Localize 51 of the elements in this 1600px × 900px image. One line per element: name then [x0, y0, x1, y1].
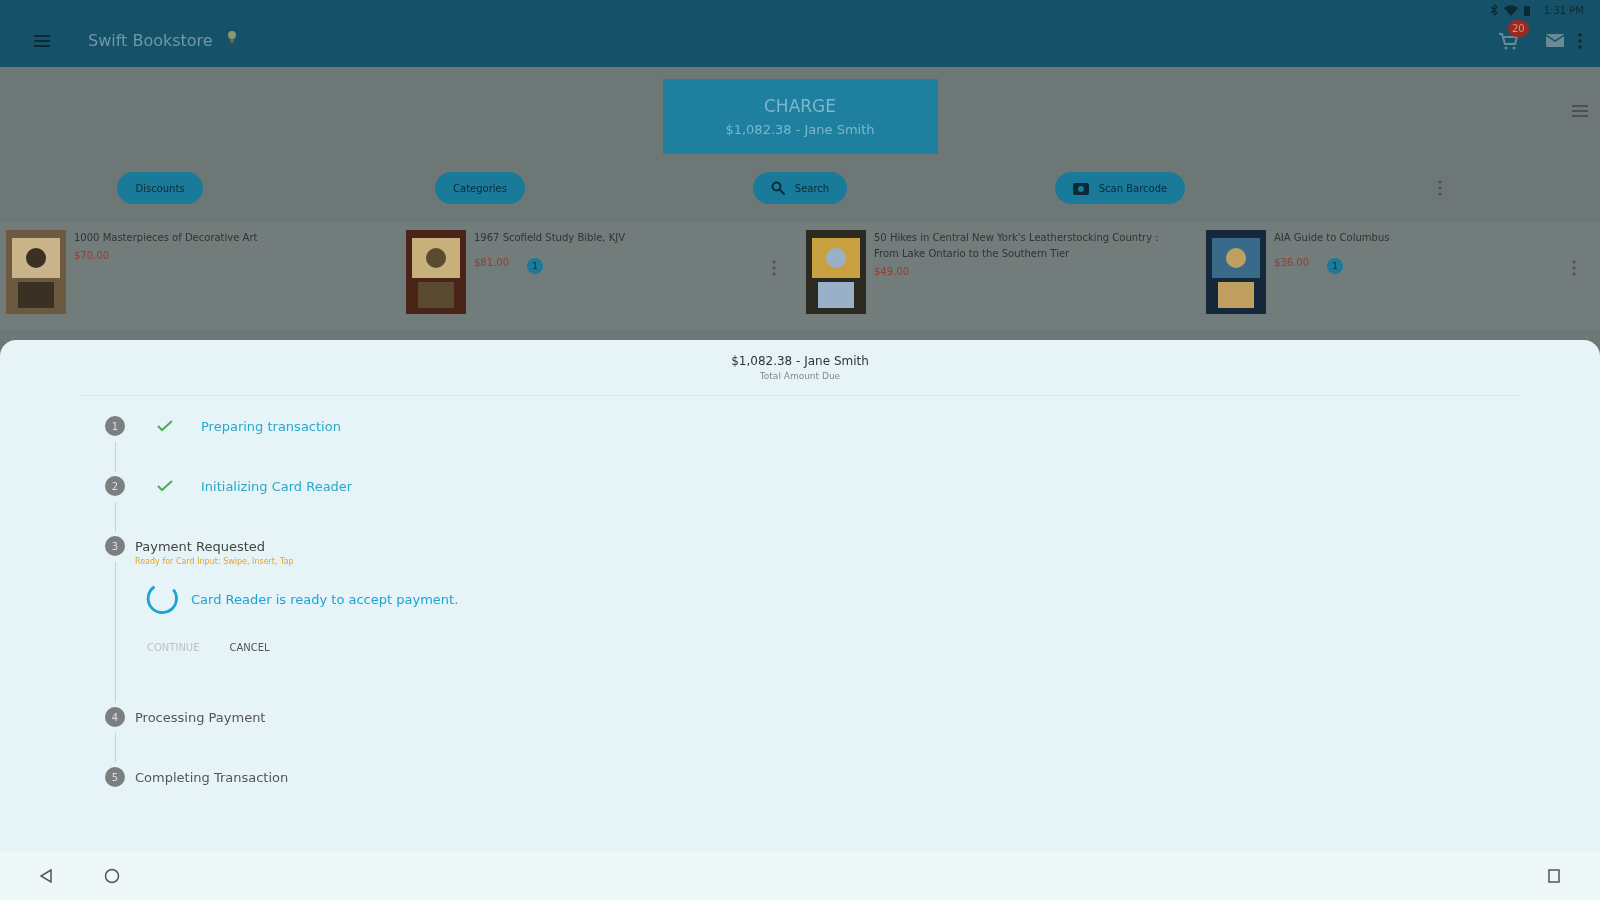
check-icon	[157, 480, 173, 492]
step-number: 2	[105, 476, 125, 496]
book-price: $36.00	[1274, 256, 1309, 268]
back-icon[interactable]	[40, 869, 52, 883]
step-label: Processing Payment	[135, 710, 266, 725]
book-title: AIA Guide to Columbus	[1274, 231, 1391, 245]
wifi-icon	[1503, 4, 1518, 16]
more-icon[interactable]	[1438, 180, 1442, 196]
step-label: Completing Transaction	[135, 770, 289, 785]
book-title: 1000 Masterpieces of Decorative Art	[74, 231, 259, 245]
book-price: $81.00	[474, 256, 509, 268]
book-title: 50 Hikes in Central New York's Leatherstocking Country : From Lake Ontario to the Southern Tier	[874, 231, 1159, 261]
total-caption: Total Amount Due	[759, 371, 841, 381]
cart-icon[interactable]	[1498, 31, 1518, 50]
lightbulb-icon[interactable]	[226, 30, 237, 44]
home-icon[interactable]	[104, 868, 120, 884]
more-icon[interactable]	[1572, 260, 1576, 276]
step-label: Payment Requested	[135, 539, 266, 554]
book-price: $70.00	[74, 250, 109, 261]
total-amount: $1,082.38 - Jane Smith	[731, 354, 869, 368]
search-icon	[770, 181, 785, 195]
charge-button[interactable]: CHARGE $1,082.38 - Jane Smith	[662, 79, 938, 154]
menu-icon[interactable]	[34, 34, 50, 47]
quantity-badge: 1	[527, 258, 543, 274]
more-icon[interactable]	[1578, 32, 1582, 49]
step-label: Preparing transaction	[201, 418, 341, 434]
list-view-icon[interactable]	[1572, 105, 1588, 117]
app-title: Swift Bookstore	[88, 31, 213, 50]
battery-icon	[1523, 4, 1530, 16]
step-message: Card Reader is ready to accept payment.	[191, 591, 459, 607]
text-button[interactable]: CANCEL	[229, 638, 270, 657]
quantity-badge: 1	[1327, 258, 1343, 274]
step-label: Initializing Card Reader	[201, 478, 353, 494]
check-icon	[157, 420, 173, 432]
book-title: 1967 Scofield Study Bible, KJV	[474, 231, 627, 245]
step-number: 5	[105, 767, 125, 787]
toolbar-button[interactable]: Categories	[435, 172, 525, 204]
bluetooth-icon	[1489, 4, 1498, 16]
step-number: 4	[105, 707, 125, 727]
toolbar-button[interactable]: Search	[752, 172, 848, 204]
step-number: 3	[105, 536, 125, 556]
camera-icon	[1072, 181, 1089, 195]
cart-count-badge: 20	[1508, 19, 1529, 37]
book-price: $49.00	[874, 266, 909, 277]
mail-icon[interactable]	[1546, 34, 1564, 47]
step-number: 1	[105, 416, 125, 436]
recents-icon[interactable]	[1548, 869, 1560, 883]
more-icon[interactable]	[772, 260, 776, 276]
toolbar-button[interactable]: Discounts	[117, 172, 203, 204]
toolbar-button[interactable]: Scan Barcode	[1054, 172, 1186, 204]
step-subtitle: Ready for Card Input: Swipe, Insert, Tap	[135, 557, 295, 566]
